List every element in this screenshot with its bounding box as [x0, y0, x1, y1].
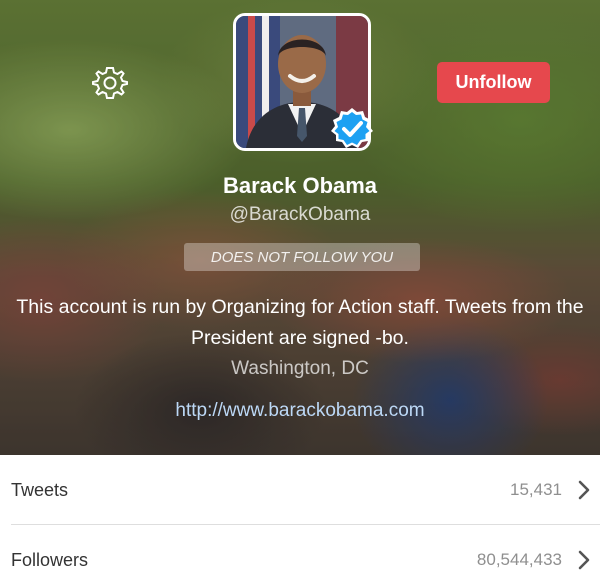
- gear-icon: [92, 67, 128, 99]
- profile-header: Unfollow Barack Obama @BarackObama DOES …: [0, 0, 600, 455]
- profile-location: Washington, DC: [231, 358, 369, 379]
- profile-handle: @BarackObama: [229, 204, 371, 225]
- settings-button[interactable]: [91, 64, 129, 102]
- verified-badge-icon: [331, 108, 373, 148]
- tweets-row[interactable]: Tweets 15,431: [0, 455, 600, 525]
- profile-bio: This account is run by Organizing for Ac…: [16, 296, 584, 349]
- profile-website-link[interactable]: http://www.barackobama.com: [0, 400, 600, 422]
- chevron-right-icon: [578, 480, 590, 500]
- tweets-count: 15,431: [510, 480, 562, 499]
- follow-status-badge: DOES NOT FOLLOW YOU: [184, 243, 420, 271]
- tweets-label: Tweets: [11, 479, 69, 500]
- unfollow-button[interactable]: Unfollow: [437, 62, 550, 103]
- followers-count: 80,544,433: [476, 550, 562, 569]
- chevron-right-icon: [578, 550, 590, 570]
- profile-name: Barack Obama: [222, 173, 378, 198]
- followers-label: Followers: [11, 549, 89, 570]
- followers-row[interactable]: Followers 80,544,433: [0, 525, 600, 588]
